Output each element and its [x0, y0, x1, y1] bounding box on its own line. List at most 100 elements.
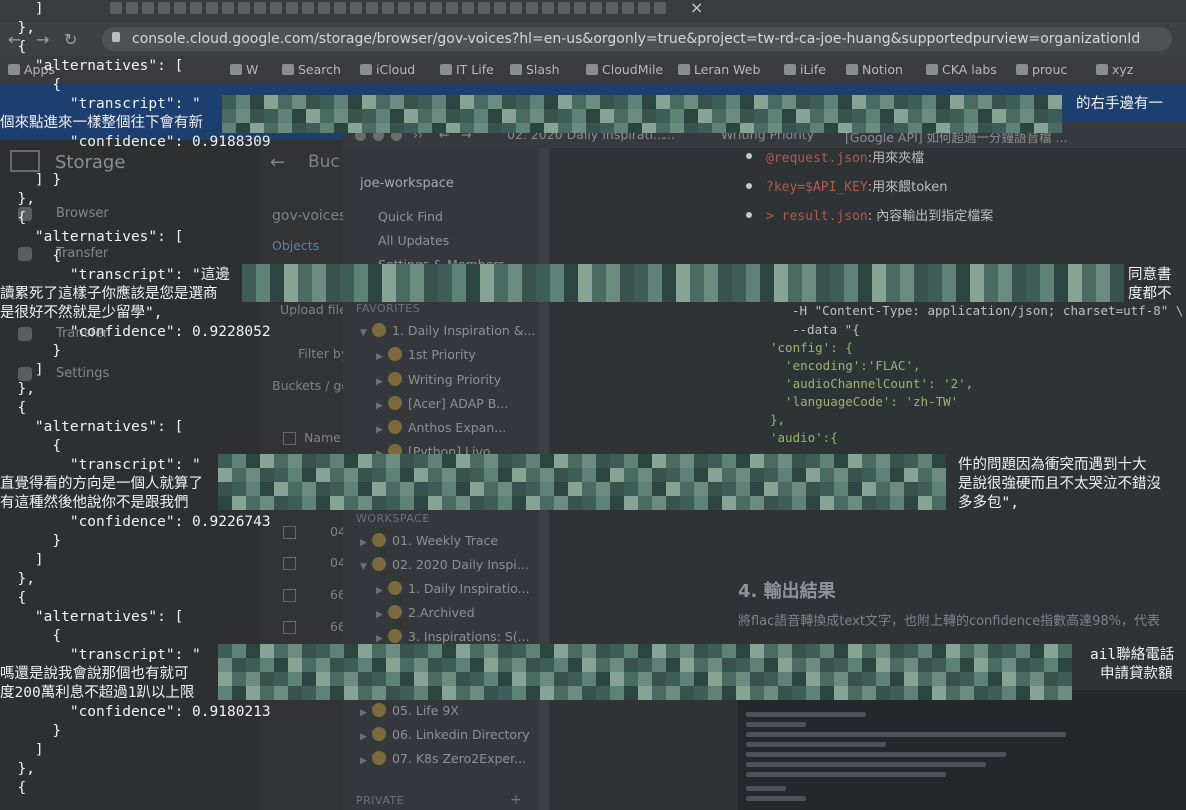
mosaic-tile — [628, 95, 642, 109]
json-line: 度200萬利息不超過1趴以上限 — [0, 685, 195, 701]
mosaic-tile — [288, 644, 302, 658]
mosaic-tile — [1054, 292, 1068, 302]
mosaic-tile — [704, 264, 718, 278]
mosaic-tile — [830, 292, 844, 302]
mosaic-tile — [358, 644, 372, 658]
mosaic-tile — [932, 686, 946, 700]
json-line: 直覺得看的方向是一個人就算了 — [0, 476, 203, 492]
mosaic-tile — [372, 468, 386, 482]
mosaic-tile — [694, 468, 708, 482]
mosaic-tile — [918, 672, 932, 686]
mosaic-tile — [568, 468, 582, 482]
mosaic-tile — [568, 672, 582, 686]
mosaic-tile — [956, 278, 970, 292]
mosaic-tile — [536, 278, 550, 292]
mosaic-tile — [498, 672, 512, 686]
mosaic-tile — [894, 123, 908, 133]
mosaic-tile — [278, 123, 292, 133]
mosaic-tile — [872, 264, 886, 278]
mosaic-tile — [428, 686, 442, 700]
mosaic-tile — [400, 644, 414, 658]
mosaic-tile — [218, 496, 232, 510]
mosaic-tile — [586, 109, 600, 123]
mosaic-tile — [820, 658, 834, 672]
mosaic-tile — [740, 109, 754, 123]
mosaic-tile — [652, 672, 666, 686]
mosaic-tile — [218, 672, 232, 686]
mosaic-tile — [890, 482, 904, 496]
mosaic-tile — [848, 482, 862, 496]
mosaic-tile — [806, 672, 820, 686]
mosaic-tile — [474, 109, 488, 123]
mosaic-tile — [586, 95, 600, 109]
mosaic-tile — [838, 123, 852, 133]
mosaic-tile — [330, 454, 344, 468]
mosaic-tile — [386, 686, 400, 700]
mosaic-tile — [270, 278, 284, 292]
mosaic-tile — [680, 468, 694, 482]
mosaic-tile — [778, 644, 792, 658]
mosaic-tile — [372, 496, 386, 510]
mosaic-tile — [306, 95, 320, 109]
mosaic-tile — [316, 658, 330, 672]
mosaic-tile — [746, 278, 760, 292]
mosaic-tile — [858, 278, 872, 292]
mosaic-tile — [278, 95, 292, 109]
mosaic-tile — [880, 123, 894, 133]
mosaic-tile — [256, 264, 270, 278]
mosaic-tile — [362, 123, 376, 133]
mosaic-tile — [232, 454, 246, 468]
mosaic-tile — [526, 686, 540, 700]
mosaic-tile — [708, 644, 722, 658]
mosaic-tile — [600, 95, 614, 109]
mosaic-tile — [932, 658, 946, 672]
mosaic-tile — [334, 123, 348, 133]
mosaic-tile — [284, 292, 298, 302]
mosaic-tile — [596, 496, 610, 510]
mosaic-tile — [680, 482, 694, 496]
mosaic-tile — [400, 496, 414, 510]
mosaic-tile — [596, 482, 610, 496]
mosaic-tile — [792, 496, 806, 510]
mosaic-tile — [606, 264, 620, 278]
mosaic-tile — [330, 644, 344, 658]
mosaic-tile — [348, 109, 362, 123]
mosaic-tile — [886, 292, 900, 302]
mosaic-tile — [722, 468, 736, 482]
mosaic-tile — [1016, 672, 1030, 686]
mosaic-tile — [442, 644, 456, 658]
mosaic-tile — [460, 109, 474, 123]
mosaic-tile — [886, 278, 900, 292]
mosaic-tile — [690, 264, 704, 278]
mosaic-tile — [606, 278, 620, 292]
mosaic-tile — [320, 123, 334, 133]
mosaic-tile — [852, 109, 866, 123]
mosaic-tile — [564, 264, 578, 278]
mosaic-tile — [792, 482, 806, 496]
mosaic-tile — [922, 109, 936, 123]
mosaic-tile — [648, 278, 662, 292]
mosaic-tile — [992, 123, 1006, 133]
mosaic-tile — [928, 264, 942, 278]
mosaic-tile — [1030, 672, 1044, 686]
mosaic-tile — [432, 95, 446, 109]
mosaic-tile — [638, 468, 652, 482]
mosaic-tile — [984, 264, 998, 278]
mosaic-tile — [306, 109, 320, 123]
mosaic-tile — [1034, 123, 1048, 133]
json-line: ] — [0, 1, 44, 17]
mosaic-tile — [218, 454, 232, 468]
mosaic-tile — [928, 278, 942, 292]
mosaic-tile — [554, 468, 568, 482]
mosaic-tile — [512, 454, 526, 468]
mosaic-tile — [1006, 95, 1020, 109]
mosaic-tile — [512, 644, 526, 658]
mosaic-tile — [372, 454, 386, 468]
mosaic-tile — [610, 658, 624, 672]
mosaic-tile — [390, 109, 404, 123]
mosaic-tile — [278, 109, 292, 123]
mosaic-tile — [834, 454, 848, 468]
mosaic-tile — [372, 686, 386, 700]
mosaic-tile — [326, 264, 340, 278]
mosaic-tile — [652, 658, 666, 672]
